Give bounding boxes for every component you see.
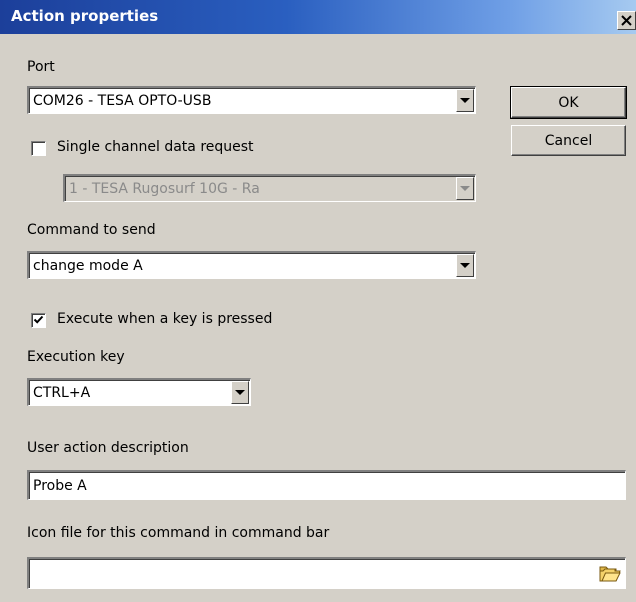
window-title: Action properties: [11, 7, 159, 25]
port-dropdown-button[interactable]: [456, 89, 474, 112]
port-dropdown[interactable]: COM26 - TESA OPTO-USB: [27, 86, 476, 114]
description-input-value: Probe A: [33, 477, 87, 494]
icon-file-label: Icon file for this command in command ba…: [27, 525, 330, 541]
command-label: Command to send: [27, 222, 156, 238]
command-dropdown[interactable]: change mode A: [27, 251, 476, 279]
execute-on-key-label: Execute when a key is pressed: [57, 311, 273, 327]
title-bar: Action properties: [0, 0, 636, 34]
channel-dropdown-button[interactable]: [456, 177, 474, 200]
single-channel-label: Single channel data request: [57, 139, 254, 155]
chevron-down-icon: [460, 186, 470, 191]
command-dropdown-button[interactable]: [456, 254, 474, 277]
command-dropdown-value: change mode A: [33, 257, 143, 274]
execution-key-dropdown-button[interactable]: [231, 381, 249, 404]
execution-key-dropdown[interactable]: CTRL+A: [27, 378, 251, 406]
chevron-down-icon: [235, 390, 245, 395]
checkmark-icon: [33, 315, 44, 324]
port-label: Port: [27, 59, 55, 75]
close-icon: [621, 15, 632, 26]
channel-dropdown-value: 1 - TESA Rugosurf 10G - Ra: [69, 180, 260, 197]
channel-dropdown[interactable]: 1 - TESA Rugosurf 10G - Ra: [63, 174, 476, 202]
ok-button[interactable]: OK: [510, 86, 627, 119]
chevron-down-icon: [460, 263, 470, 268]
icon-file-input[interactable]: [27, 557, 626, 589]
description-input[interactable]: Probe A: [27, 470, 626, 500]
execution-key-label: Execution key: [27, 349, 125, 365]
cancel-button[interactable]: Cancel: [511, 125, 626, 156]
single-channel-checkbox[interactable]: [31, 141, 46, 156]
folder-open-icon[interactable]: [599, 563, 621, 583]
execute-on-key-checkbox[interactable]: [31, 313, 46, 328]
description-label: User action description: [27, 440, 189, 456]
port-dropdown-value: COM26 - TESA OPTO-USB: [33, 92, 212, 109]
execution-key-dropdown-value: CTRL+A: [33, 384, 91, 401]
close-button[interactable]: [617, 11, 636, 30]
chevron-down-icon: [460, 98, 470, 103]
